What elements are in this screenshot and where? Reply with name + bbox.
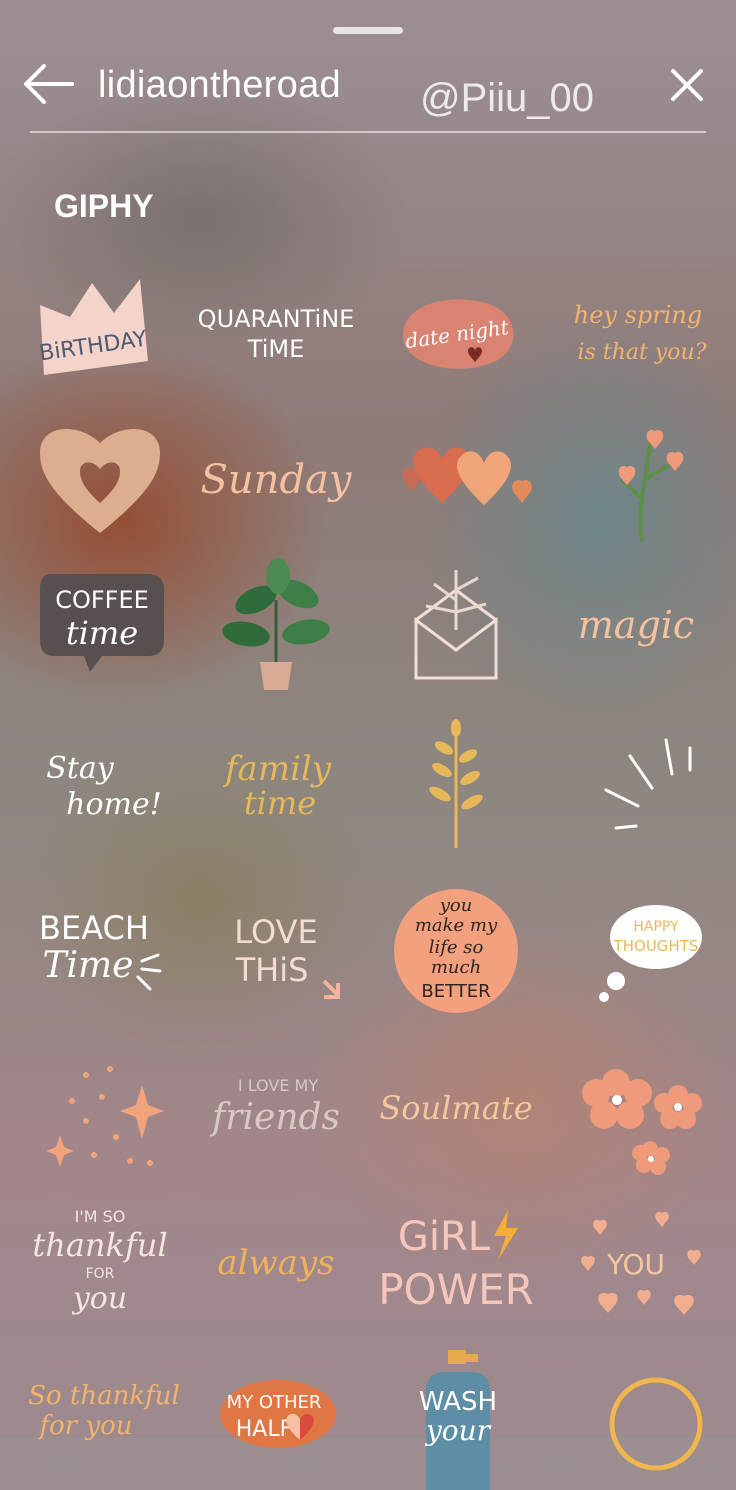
sticker-text: your [424, 1414, 492, 1447]
sticker-text: much [431, 957, 481, 978]
sticker-quarantine-time[interactable]: QUARANTiNE TiME [186, 255, 366, 405]
sticker-text: always [217, 1243, 334, 1283]
sticker-text: YOU [606, 1248, 665, 1281]
sticker-text: magic [578, 603, 694, 647]
sticker-my-other-half[interactable]: MY OTHER HALF [186, 1340, 366, 1490]
sticker-text: WASH [419, 1387, 497, 1417]
sticker-text: for you [37, 1411, 132, 1441]
drag-handle[interactable] [333, 27, 403, 34]
close-icon[interactable] [668, 66, 706, 104]
sticker-always[interactable]: always [186, 1190, 366, 1340]
sticker-text: hey spring [574, 301, 703, 329]
sticker-soulmate[interactable]: Soulmate [366, 1035, 546, 1185]
sticker-birthday-crown[interactable]: BiRTHDAY [10, 255, 190, 405]
sticker-text: friends [209, 1097, 340, 1138]
sticker-stay-home[interactable]: Stay home! [10, 710, 190, 860]
sticker-text: BETTER [421, 981, 490, 1002]
sticker-text: time [244, 784, 316, 822]
sticker-text: make my [415, 915, 498, 936]
sticker-text: time [66, 614, 138, 652]
sticker-im-so-thankful[interactable]: I'M SO thankful FOR you [10, 1190, 190, 1340]
sticker-stars[interactable] [10, 1035, 190, 1185]
section-title: GIPHY [54, 188, 154, 224]
sticker-text: MY OTHER [227, 1392, 322, 1413]
sticker-envelope-plant[interactable] [366, 550, 546, 700]
sticker-text: Stay [46, 751, 114, 786]
sticker-sunday[interactable]: Sunday [186, 403, 366, 553]
sticker-grid: BiRTHDAY QUARANTiNE TiME date night hey … [0, 255, 736, 1490]
sticker-happy-thoughts[interactable]: HAPPY THOUGHTS [546, 875, 726, 1025]
sticker-text: COFFEE [55, 586, 149, 614]
sticker-beach-time[interactable]: BEACH Time [10, 875, 190, 1025]
sticker-date-night[interactable]: date night [366, 255, 546, 405]
sticker-potted-plant[interactable] [186, 550, 366, 700]
sticker-text: GiRL [398, 1214, 491, 1260]
sticker-wash-your-hands[interactable]: WASH your [366, 1340, 546, 1490]
sticker-text: you [439, 895, 473, 916]
sticker-text: POWER [378, 1265, 534, 1314]
sticker-text: I LOVE MY [238, 1076, 318, 1095]
sticker-circle[interactable] [546, 1340, 726, 1490]
sticker-sparkle-lines[interactable] [546, 710, 726, 860]
sticker-text: TiME [247, 335, 304, 363]
sticker-text: you [71, 1281, 127, 1316]
sticker-text: HAPPY [633, 919, 679, 935]
sticker-magic[interactable]: magic [546, 550, 726, 700]
sticker-text: QUARANTiNE [198, 305, 355, 333]
sticker-text: home! [66, 787, 162, 822]
sticker-text: So thankful [28, 1381, 180, 1411]
sticker-text: life so [429, 937, 484, 958]
sticker-text: is that you? [578, 340, 707, 365]
watermark-handle: @Piiu_00 [420, 76, 595, 120]
sticker-leaf-branch[interactable] [366, 710, 546, 860]
sticker-hearts-row[interactable] [366, 403, 546, 553]
sticker-coffee-time[interactable]: COFFEE time [10, 550, 190, 700]
header-divider [30, 131, 706, 133]
sticker-text: thankful [32, 1226, 167, 1264]
sticker-text: LOVE [234, 913, 317, 951]
sticker-hey-spring[interactable]: hey spring is that you? [546, 255, 726, 405]
sticker-love-this[interactable]: LOVE THiS [186, 875, 366, 1025]
sticker-text: FOR [86, 1266, 115, 1282]
sticker-text: family [222, 749, 332, 789]
sticker-girl-power[interactable]: GiRL POWER [366, 1190, 546, 1340]
sticker-flower-branch[interactable] [546, 403, 726, 553]
sticker-text: Sunday [201, 457, 353, 503]
sticker-text: THOUGHTS [613, 937, 699, 955]
sticker-you-hearts[interactable]: YOU [546, 1190, 726, 1340]
sticker-heart-outline[interactable] [10, 403, 190, 553]
sticker-text: Time [43, 945, 134, 986]
search-input[interactable]: lidiaontheroad [98, 64, 341, 107]
arrow-left-icon[interactable] [22, 64, 76, 104]
search-header: lidiaontheroad @Piiu_00 [0, 52, 736, 132]
sticker-so-thankful-for-you[interactable]: So thankful for you [10, 1340, 190, 1490]
sticker-you-make-my-life[interactable]: you make my life so much BETTER [366, 875, 546, 1025]
sticker-text: Soulmate [379, 1089, 532, 1127]
sticker-text: I'M SO [75, 1207, 126, 1226]
sticker-i-love-my-friends[interactable]: I LOVE MY friends [186, 1035, 366, 1185]
sticker-text: BEACH [39, 909, 149, 947]
sticker-flowers[interactable] [546, 1035, 726, 1185]
sticker-family-time[interactable]: family time [186, 710, 366, 860]
sticker-text: THiS [235, 951, 309, 989]
sticker-text: HALF [236, 1417, 293, 1442]
